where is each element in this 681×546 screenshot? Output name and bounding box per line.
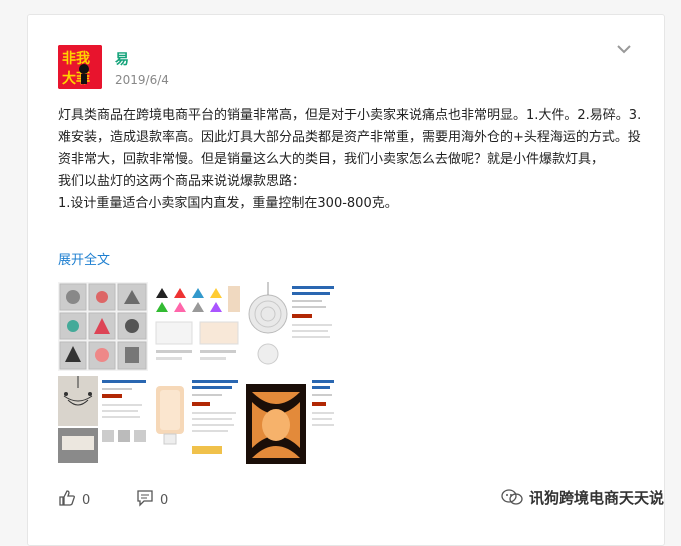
post-date: 2019/6/4 [115, 73, 169, 87]
author-name[interactable]: 易 [115, 49, 129, 69]
like-count: 0 [82, 492, 91, 508]
expand-full-text-link[interactable]: 展开全文 [58, 249, 110, 268]
thumbnail-salt-nightlight[interactable] [152, 376, 242, 465]
comment-count: 0 [160, 492, 169, 508]
thumbnail-color-shades[interactable] [152, 282, 242, 371]
chevron-down-icon[interactable] [616, 41, 632, 57]
watermark: 讯狗跨境电商天天说 [501, 487, 664, 510]
post-paragraph: 我们以盐灯的这两个商品来说说爆款思路： [58, 174, 306, 189]
wechat-icon [501, 488, 523, 510]
thumbnail-chandelier-room[interactable] [58, 376, 148, 465]
comment-button[interactable]: 0 [136, 489, 168, 511]
like-button[interactable]: 0 [58, 489, 90, 511]
post-body: 灯具类商品在跨境电商平台的销量非常高，但是对于小卖家来说痛点也非常明显。1.大件… [58, 105, 643, 215]
thumbnail-crystal-ball-lamp[interactable] [246, 282, 336, 371]
watermark-text: 讯狗跨境电商天天说 [528, 489, 664, 507]
post-actions: 0 0 讯狗跨境电商天天说 [58, 487, 664, 513]
thumbnail-salt-basket-lamp[interactable] [246, 376, 336, 465]
avatar[interactable]: 非我 大菲 [58, 45, 102, 89]
post-card: 非我 大菲 易 2019/6/4 灯具类商品在跨境电商平台的销量非常高，但是对于… [27, 14, 665, 546]
post-paragraph: 灯具类商品在跨境电商平台的销量非常高，但是对于小卖家来说痛点也非常明显。1.大件… [58, 108, 642, 167]
thumbs-up-icon [58, 489, 76, 511]
comment-icon [136, 489, 154, 511]
image-grid [58, 282, 336, 465]
thumbnail-pendant-lights[interactable] [58, 282, 148, 371]
post-paragraph: 1.设计重量适合小卖家国内直发，重量控制在300-800克。 [58, 196, 398, 211]
